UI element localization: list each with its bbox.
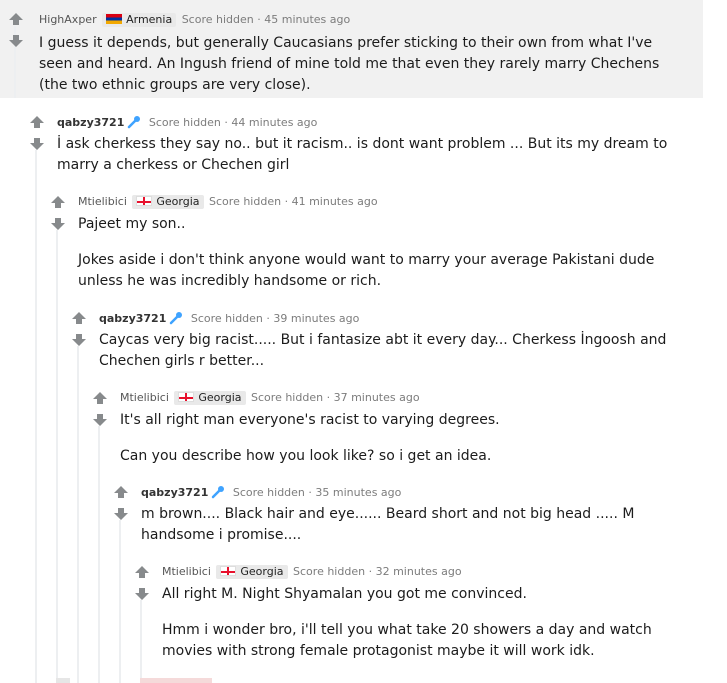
- comment-paragraph: Can you describe how you look like? so i…: [120, 448, 492, 464]
- downvote-arrow-icon[interactable]: [134, 587, 150, 601]
- downvote-arrow-icon[interactable]: [71, 333, 87, 347]
- comment-paragraph: Hmm i wonder bro, i'll tell you what tak…: [162, 622, 652, 659]
- vote-controls: [92, 391, 112, 427]
- downvote-arrow-icon[interactable]: [92, 413, 108, 427]
- upvote-arrow-icon[interactable]: [134, 565, 150, 579]
- comment-timestamp[interactable]: 39 minutes ago: [273, 312, 359, 325]
- vote-controls: [113, 485, 133, 521]
- meta-separator: ·: [224, 116, 228, 129]
- comment-author[interactable]: Mtielibici: [120, 391, 169, 404]
- comment-paragraph: m brown.... Black hair and eye...... Bea…: [141, 506, 635, 543]
- comment-paragraph: All right M. Night Shyamalan you got me …: [162, 586, 527, 602]
- comment-paragraph: İ ask cherkess they say no.. but it raci…: [57, 136, 668, 173]
- next-comment-flair-cutoff: [140, 678, 212, 683]
- comment-body: All right M. Night Shyamalan you got me …: [162, 584, 682, 662]
- vote-controls: [50, 195, 70, 231]
- user-flair: Georgia: [174, 391, 246, 405]
- comment-body: It's all right man everyone's racist to …: [120, 410, 690, 467]
- armenia-flag-icon: [106, 14, 123, 24]
- comment-author[interactable]: HighAxper: [39, 13, 97, 26]
- meta-separator: ·: [368, 565, 373, 578]
- meta-separator: ·: [308, 486, 312, 499]
- upvote-arrow-icon[interactable]: [92, 391, 108, 405]
- user-flair: Armenia: [102, 13, 177, 27]
- upvote-arrow-icon[interactable]: [113, 485, 129, 499]
- score-hidden: Score hidden: [232, 486, 305, 499]
- comment-timestamp[interactable]: 41 minutes ago: [292, 195, 378, 208]
- user-flair: Georgia: [216, 565, 288, 579]
- comment-body: I guess it depends, but generally Caucas…: [39, 33, 689, 96]
- flair-text: Georgia: [240, 565, 284, 578]
- upvote-arrow-icon[interactable]: [71, 311, 87, 325]
- vote-controls: [8, 12, 28, 48]
- downvote-arrow-icon[interactable]: [29, 137, 45, 151]
- comment-timestamp[interactable]: 44 minutes ago: [231, 116, 317, 129]
- vote-controls: [71, 311, 91, 347]
- flair-text: Georgia: [156, 195, 200, 208]
- score-hidden: Score hidden: [251, 391, 324, 404]
- user-flair: Georgia: [132, 195, 204, 209]
- comment-meta: Mtielibici Georgia Score hidden · 37 min…: [120, 391, 420, 405]
- georgia-flag-icon: [136, 196, 153, 206]
- comment-meta: qabzy3721 Score hidden · 35 minutes ago: [141, 485, 401, 500]
- vote-controls: [29, 115, 49, 151]
- score-hidden: Score hidden: [148, 116, 221, 129]
- comment-paragraph: Caycas very big racist..... But i fantas…: [99, 332, 667, 369]
- comment-paragraph: I guess it depends, but generally Caucas…: [39, 35, 660, 93]
- score-hidden: Score hidden: [190, 312, 263, 325]
- comment-timestamp[interactable]: 45 minutes ago: [264, 13, 350, 26]
- comment-meta: HighAxper Armenia Score hidden · 45 minu…: [39, 13, 350, 27]
- comment-author[interactable]: qabzy3721: [99, 312, 166, 325]
- downvote-arrow-icon[interactable]: [113, 507, 129, 521]
- georgia-flag-icon: [178, 392, 195, 402]
- meta-separator: ·: [266, 312, 270, 325]
- comment-author[interactable]: qabzy3721: [141, 486, 208, 499]
- thread-line[interactable]: [119, 520, 121, 683]
- wrench-icon: [169, 311, 183, 325]
- thread-line[interactable]: [35, 150, 37, 683]
- thread-line[interactable]: [56, 230, 58, 683]
- comment-author[interactable]: Mtielibici: [78, 195, 127, 208]
- downvote-arrow-icon[interactable]: [50, 217, 66, 231]
- thread-line[interactable]: [77, 346, 79, 683]
- score-hidden: Score hidden: [293, 565, 366, 578]
- comment-timestamp[interactable]: 32 minutes ago: [376, 565, 462, 578]
- comment-body: m brown.... Black hair and eye...... Bea…: [141, 504, 689, 546]
- flair-text: Armenia: [126, 13, 173, 26]
- comment-meta: qabzy3721 Score hidden · 39 minutes ago: [99, 311, 359, 326]
- comment-body: Caycas very big racist..... But i fantas…: [99, 330, 689, 372]
- upvote-arrow-icon[interactable]: [8, 12, 24, 26]
- vote-controls: [134, 565, 154, 601]
- comment-author[interactable]: Mtielibici: [162, 565, 211, 578]
- meta-separator: ·: [257, 13, 261, 26]
- wrench-icon: [127, 115, 141, 129]
- meta-separator: ·: [284, 195, 289, 208]
- meta-separator: ·: [326, 391, 331, 404]
- comment-paragraph: It's all right man everyone's racist to …: [120, 412, 500, 428]
- upvote-arrow-icon[interactable]: [29, 115, 45, 129]
- comment-meta: qabzy3721 Score hidden · 44 minutes ago: [57, 115, 317, 130]
- upvote-arrow-icon[interactable]: [50, 195, 66, 209]
- thread-line[interactable]: [140, 600, 142, 678]
- comment-body: İ ask cherkess they say no.. but it raci…: [57, 134, 689, 176]
- comment-body: Pajeet my son.. Jokes aside i don't thin…: [78, 214, 690, 292]
- comment-meta: Mtielibici Georgia Score hidden · 41 min…: [78, 195, 378, 209]
- comment-meta: Mtielibici Georgia Score hidden · 32 min…: [162, 565, 462, 579]
- georgia-flag-icon: [220, 566, 237, 576]
- comment-paragraph: Pajeet my son..: [78, 216, 186, 232]
- next-comment-cutoff: [56, 678, 70, 683]
- thread-line[interactable]: [98, 426, 100, 683]
- comment-timestamp[interactable]: 35 minutes ago: [315, 486, 401, 499]
- comment-paragraph: Jokes aside i don't think anyone would w…: [78, 252, 655, 289]
- score-hidden: Score hidden: [181, 13, 254, 26]
- comment-timestamp[interactable]: 37 minutes ago: [334, 391, 420, 404]
- score-hidden: Score hidden: [209, 195, 282, 208]
- flair-text: Georgia: [198, 391, 242, 404]
- downvote-arrow-icon[interactable]: [8, 34, 24, 48]
- comment-author[interactable]: qabzy3721: [57, 116, 124, 129]
- wrench-icon: [211, 485, 225, 499]
